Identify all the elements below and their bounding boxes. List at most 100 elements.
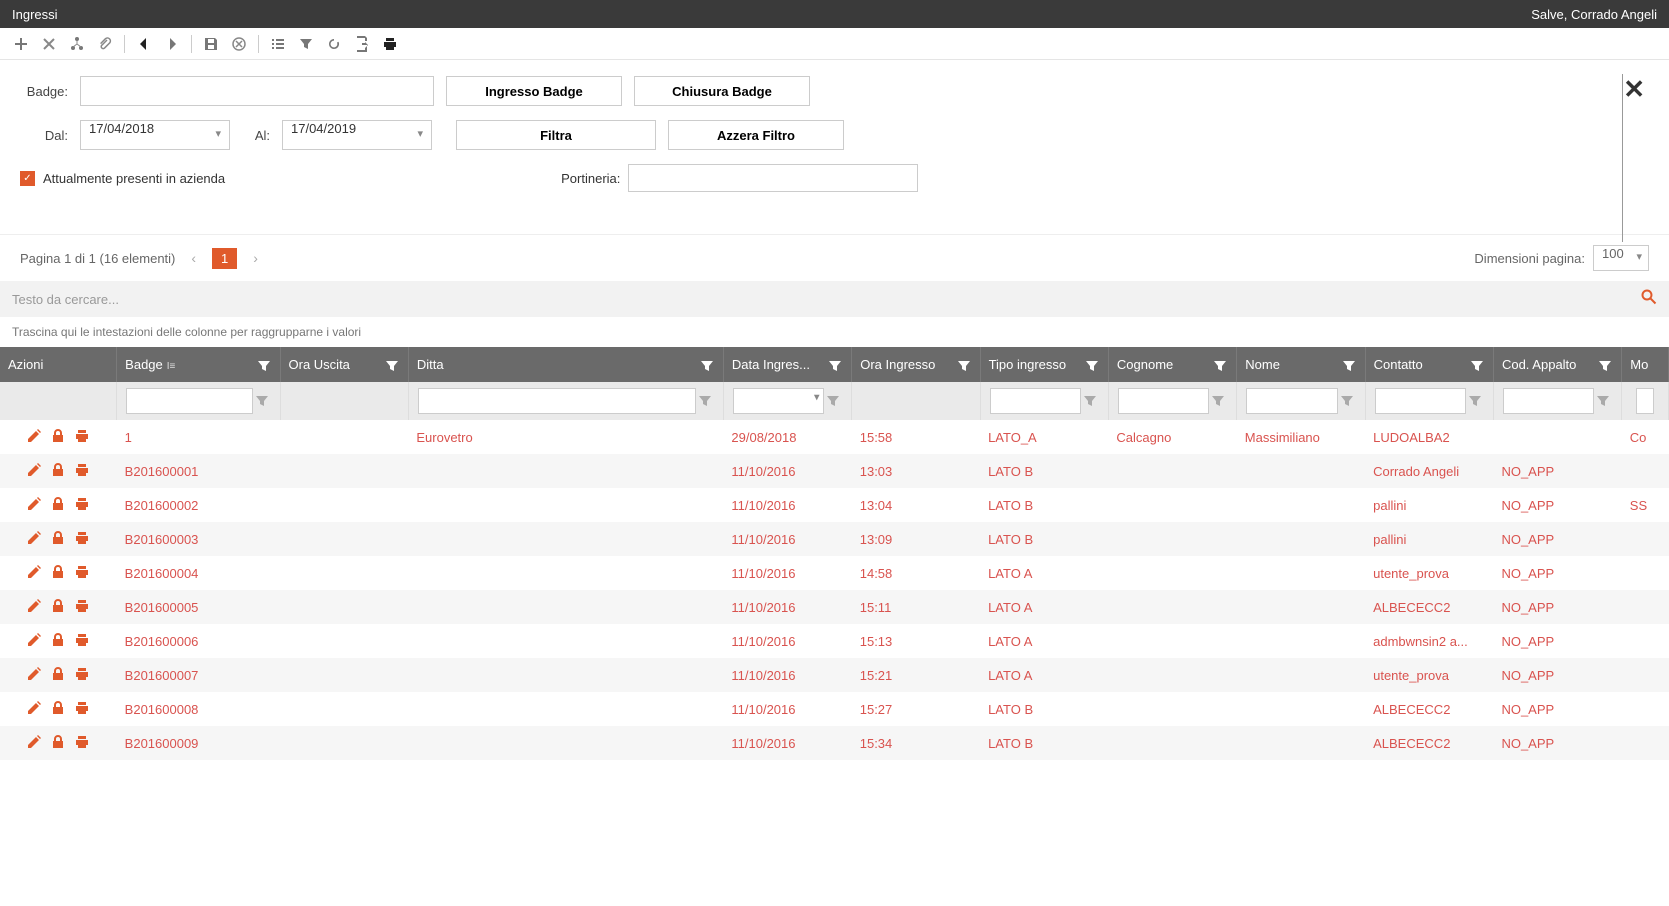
filter-icon[interactable] <box>1469 358 1485 377</box>
filter-badge-input[interactable] <box>126 388 252 414</box>
col-badge[interactable]: BadgeI≡ <box>117 347 280 382</box>
table-row[interactable]: B20160000811/10/201615:27LATO BALBECECC2… <box>0 692 1669 726</box>
edit-icon[interactable] <box>26 462 42 481</box>
print-row-icon[interactable] <box>74 734 90 753</box>
filter-tipo-input[interactable] <box>990 388 1081 414</box>
table-row[interactable]: B20160000711/10/201615:21LATO Autente_pr… <box>0 658 1669 692</box>
ingresso-badge-button[interactable]: Ingresso Badge <box>446 76 622 106</box>
cancel-icon[interactable] <box>226 32 252 56</box>
lock-icon[interactable] <box>50 530 66 549</box>
print-row-icon[interactable] <box>74 598 90 617</box>
col-actions[interactable]: Azioni <box>0 347 117 382</box>
filter-icon[interactable] <box>1594 393 1612 409</box>
filter-settings-icon[interactable] <box>293 32 319 56</box>
azzera-filtro-button[interactable]: Azzera Filtro <box>668 120 844 150</box>
col-cognome[interactable]: Cognome <box>1108 347 1236 382</box>
edit-icon[interactable] <box>26 700 42 719</box>
table-row[interactable]: B20160000211/10/201613:04LATO BpalliniNO… <box>0 488 1669 522</box>
filter-icon[interactable] <box>1081 393 1099 409</box>
forward-icon[interactable] <box>159 32 185 56</box>
back-icon[interactable] <box>131 32 157 56</box>
page-size-select[interactable]: 100 <box>1593 245 1649 271</box>
edit-icon[interactable] <box>26 666 42 685</box>
col-data-ingresso[interactable]: Data Ingres... <box>723 347 851 382</box>
col-tipo-ingresso[interactable]: Tipo ingresso <box>980 347 1108 382</box>
table-row[interactable]: B20160000311/10/201613:09LATO BpalliniNO… <box>0 522 1669 556</box>
list-icon[interactable] <box>265 32 291 56</box>
filter-icon[interactable] <box>1338 393 1356 409</box>
print-row-icon[interactable] <box>74 428 90 447</box>
presenti-checkbox[interactable]: ✓ <box>20 171 35 186</box>
badge-input[interactable] <box>80 76 434 106</box>
next-page-icon[interactable]: › <box>247 248 264 268</box>
export-icon[interactable] <box>349 32 375 56</box>
filter-icon[interactable] <box>827 358 843 377</box>
table-row[interactable]: B20160000111/10/201613:03LATO BCorrado A… <box>0 454 1669 488</box>
lock-icon[interactable] <box>50 666 66 685</box>
search-input[interactable] <box>12 281 1641 317</box>
filter-cod-input[interactable] <box>1503 388 1594 414</box>
filter-icon[interactable] <box>1212 358 1228 377</box>
filter-icon[interactable] <box>1209 393 1227 409</box>
filter-icon[interactable] <box>956 358 972 377</box>
lock-icon[interactable] <box>50 496 66 515</box>
search-icon[interactable] <box>1641 289 1657 309</box>
filter-icon[interactable] <box>1084 358 1100 377</box>
col-ora-uscita[interactable]: Ora Uscita <box>280 347 408 382</box>
filter-icon[interactable] <box>256 358 272 377</box>
filter-ditta-input[interactable] <box>418 388 696 414</box>
lock-icon[interactable] <box>50 462 66 481</box>
lock-icon[interactable] <box>50 632 66 651</box>
chiusura-badge-button[interactable]: Chiusura Badge <box>634 76 810 106</box>
edit-icon[interactable] <box>26 598 42 617</box>
filter-data-select[interactable]: ▾ <box>733 388 824 414</box>
dal-date-input[interactable]: 17/04/2018 <box>80 120 230 150</box>
print-row-icon[interactable] <box>74 564 90 583</box>
filter-icon[interactable] <box>699 358 715 377</box>
filter-icon[interactable] <box>1466 393 1484 409</box>
filter-icon[interactable] <box>253 393 271 409</box>
print-row-icon[interactable] <box>74 666 90 685</box>
filtra-button[interactable]: Filtra <box>456 120 656 150</box>
add-icon[interactable] <box>8 32 34 56</box>
al-date-input[interactable]: 17/04/2019 <box>282 120 432 150</box>
print-row-icon[interactable] <box>74 496 90 515</box>
attach-icon[interactable] <box>92 32 118 56</box>
table-row[interactable]: B20160000611/10/201615:13LATO Aadmbwnsin… <box>0 624 1669 658</box>
tree-icon[interactable] <box>64 32 90 56</box>
filter-icon[interactable] <box>1597 358 1613 377</box>
current-page[interactable]: 1 <box>212 248 237 269</box>
col-ora-ingresso[interactable]: Ora Ingresso <box>852 347 980 382</box>
filter-cognome-input[interactable] <box>1118 388 1209 414</box>
edit-icon[interactable] <box>26 734 42 753</box>
print-row-icon[interactable] <box>74 700 90 719</box>
edit-icon[interactable] <box>26 564 42 583</box>
edit-icon[interactable] <box>26 530 42 549</box>
delete-icon[interactable] <box>36 32 62 56</box>
print-row-icon[interactable] <box>74 462 90 481</box>
table-row[interactable]: B20160000511/10/201615:11LATO AALBECECC2… <box>0 590 1669 624</box>
lock-icon[interactable] <box>50 428 66 447</box>
print-row-icon[interactable] <box>74 530 90 549</box>
edit-icon[interactable] <box>26 496 42 515</box>
filter-icon[interactable] <box>824 393 842 409</box>
refresh-icon[interactable] <box>321 32 347 56</box>
filter-nome-input[interactable] <box>1246 388 1337 414</box>
filter-icon[interactable] <box>1341 358 1357 377</box>
col-contatto[interactable]: Contatto <box>1365 347 1493 382</box>
table-row[interactable]: B20160000911/10/201615:34LATO BALBECECC2… <box>0 726 1669 760</box>
filter-contatto-input[interactable] <box>1375 388 1466 414</box>
edit-icon[interactable] <box>26 632 42 651</box>
col-cod-appalto[interactable]: Cod. Appalto <box>1493 347 1621 382</box>
filter-extra-input[interactable] <box>1636 388 1654 414</box>
filter-icon[interactable] <box>384 358 400 377</box>
col-nome[interactable]: Nome <box>1237 347 1365 382</box>
lock-icon[interactable] <box>50 564 66 583</box>
portineria-input[interactable] <box>628 164 918 192</box>
close-icon[interactable]: ✕ <box>1623 74 1645 105</box>
prev-page-icon[interactable]: ‹ <box>185 248 202 268</box>
save-icon[interactable] <box>198 32 224 56</box>
print-icon[interactable] <box>377 32 403 56</box>
table-row[interactable]: B20160000411/10/201614:58LATO Autente_pr… <box>0 556 1669 590</box>
col-extra[interactable]: Mo <box>1622 347 1669 382</box>
